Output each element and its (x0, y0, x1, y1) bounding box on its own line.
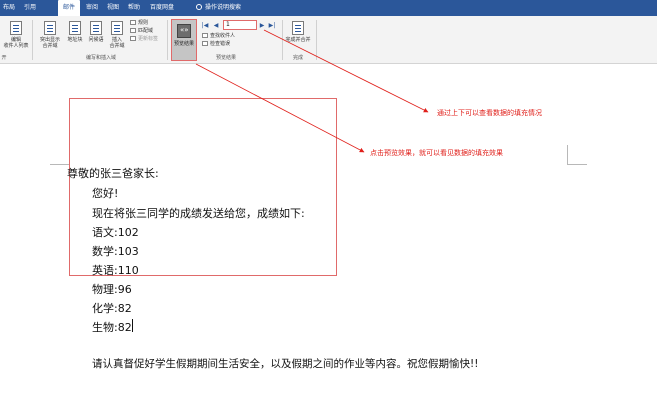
ribbon-separator (316, 20, 317, 60)
rules-button[interactable]: 规则 (130, 20, 148, 27)
finish-merge-label: 完成并合并 (285, 37, 311, 43)
finish-merge-icon (292, 21, 304, 35)
record-number-input[interactable]: 1 (223, 20, 257, 30)
match-fields-label: 匹配域 (138, 28, 154, 34)
address-block-label: 地址块 (67, 37, 83, 43)
tab-layout[interactable]: 布局 (0, 0, 18, 16)
update-labels-button[interactable]: 更新标签 (130, 36, 158, 43)
preview-results-icon (177, 24, 191, 38)
greeting-line-label: 问候语 (88, 37, 104, 43)
update-labels-label: 更新标签 (138, 36, 159, 42)
edit-recipients-icon (10, 21, 22, 35)
letter-greeting: 您好! (92, 187, 119, 200)
rules-icon (130, 20, 136, 25)
tab-help[interactable]: 帮助 (124, 0, 144, 16)
margin-mark-top-right (567, 145, 587, 165)
check-errors-label: 检查错误 (210, 41, 231, 47)
rules-label: 规则 (138, 20, 149, 26)
letter-intro: 现在将张三同学的成绩发送给您，成绩如下: (92, 207, 305, 220)
group-label-preview: 预览结果 (215, 55, 236, 61)
ribbon-separator (282, 20, 283, 60)
last-record-button[interactable]: ▶| (268, 21, 276, 30)
tell-me-search[interactable]: 操作说明搜索 (196, 0, 241, 16)
next-record-button[interactable]: ▶ (258, 21, 266, 30)
insert-merge-field-button[interactable]: 插入 合并域 (107, 21, 127, 49)
tell-me-label: 操作说明搜索 (205, 4, 242, 11)
tab-mailings[interactable]: 邮件 (58, 0, 80, 16)
highlight-fields-icon (44, 21, 56, 35)
score-line: 语文:102 (92, 226, 139, 239)
tab-review[interactable]: 审阅 (82, 0, 102, 16)
match-fields-icon (130, 28, 136, 33)
score-line: 生物:82 (92, 321, 132, 334)
score-line: 数学:103 (92, 245, 139, 258)
find-recipient-icon (202, 33, 208, 38)
check-errors-button[interactable]: 检查错误 (202, 41, 230, 48)
address-block-icon (69, 21, 81, 35)
score-line: 化学:82 (92, 302, 132, 315)
tab-view[interactable]: 视图 (103, 0, 123, 16)
find-recipient-button[interactable]: 查找收件人 (202, 33, 235, 40)
tab-baidu-netdisk[interactable]: 百度网盘 (145, 0, 179, 16)
group-label-finish: 完成 (292, 55, 303, 61)
lightbulb-icon (196, 4, 202, 10)
score-line: 英语:110 (92, 264, 139, 277)
first-record-button[interactable]: |◀ (201, 21, 209, 30)
greeting-line-icon (90, 21, 102, 35)
insert-merge-field-icon (111, 21, 123, 35)
highlight-fields-label: 突出显示 合并域 (39, 37, 60, 49)
ribbon-separator (167, 20, 168, 60)
edit-recipients-label: 编辑 收件人列表 (3, 37, 29, 49)
text-cursor (132, 319, 133, 332)
ribbon-separator (32, 20, 33, 60)
highlight-merge-fields-button[interactable]: 突出显示 合并域 (36, 21, 64, 49)
match-fields-button[interactable]: 匹配域 (130, 28, 153, 35)
find-recipient-label: 查找收件人 (210, 33, 236, 39)
margin-mark-top-left (50, 145, 70, 165)
group-label-write-insert: 编写和插入域 (85, 55, 116, 61)
group-label-start-fragment: 开 (1, 55, 7, 61)
previous-record-button[interactable]: ◀ (212, 21, 220, 30)
insert-merge-field-label: 插入 合并域 (109, 37, 125, 49)
letter-salutation: 尊敬的张三爸家长: (67, 167, 159, 180)
ribbon-mailings: 开 编辑 收件人列表 突出显示 合并域 地址块 问候语 插入 合并域 规则 匹配… (0, 16, 657, 64)
letter-closing: 请认真督促好学生假期期间生活安全，以及假期之间的作业等内容。祝您假期愉快!! (92, 358, 479, 370)
update-labels-icon (130, 36, 136, 41)
preview-results-label: 预览结果 (173, 41, 194, 47)
ribbon-tab-bar: 布局 引用 邮件 审阅 视图 帮助 百度网盘 操作说明搜索 (0, 0, 657, 16)
annotation-nav-note: 通过上下可以查看数据的填充情况 (437, 109, 542, 117)
greeting-line-button[interactable]: 问候语 (86, 21, 106, 43)
finish-merge-button[interactable]: 完成并合并 (284, 21, 312, 43)
edit-recipients-button[interactable]: 编辑 收件人列表 (2, 21, 30, 49)
address-block-button[interactable]: 地址块 (65, 21, 85, 43)
check-errors-icon (202, 41, 208, 46)
tab-references[interactable]: 引用 (20, 0, 40, 16)
annotation-preview-note: 点击预览效果，就可以看见数据的填充效果 (370, 149, 503, 157)
score-line: 物理:96 (92, 283, 132, 296)
